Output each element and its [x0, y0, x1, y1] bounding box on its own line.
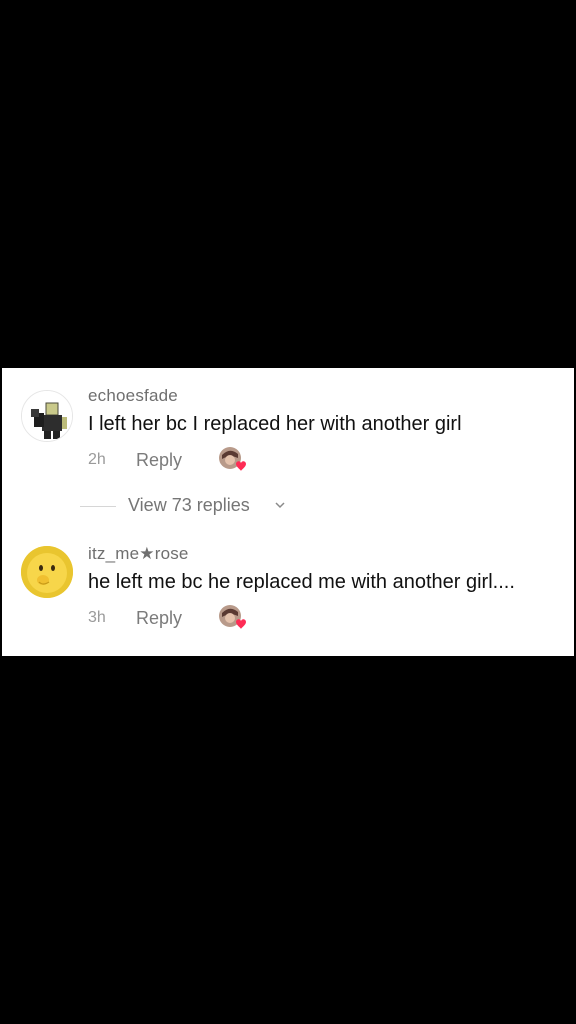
view-replies-link[interactable]: View 73 replies — [80, 495, 380, 517]
avatar[interactable] — [21, 390, 73, 442]
comment-username[interactable]: itz_me★rose — [88, 544, 189, 564]
duck-avatar-icon — [21, 546, 73, 598]
comment-meta: 3h Reply — [88, 605, 388, 630]
comment-time: 3h — [88, 609, 106, 626]
view-replies-label[interactable]: View 73 replies — [128, 495, 250, 516]
reply-button[interactable]: Reply — [136, 450, 182, 471]
roblox-avatar-icon — [22, 391, 72, 441]
screen: echoesfade I left her bc I replaced her … — [0, 0, 576, 1024]
comment-text: I left her bc I replaced her with anothe… — [88, 413, 462, 435]
comment-meta: 2h Reply — [88, 447, 388, 472]
comment-text: he left me bc he replaced me with anothe… — [88, 571, 515, 593]
comments-panel: echoesfade I left her bc I replaced her … — [2, 368, 574, 656]
chevron-down-icon[interactable] — [274, 499, 286, 511]
comment-time: 2h — [88, 451, 106, 468]
divider — [80, 506, 116, 507]
creator-liked-icon — [219, 605, 246, 629]
comment-username[interactable]: echoesfade — [88, 386, 178, 406]
avatar[interactable] — [21, 546, 73, 598]
reply-button[interactable]: Reply — [136, 608, 182, 629]
creator-liked-icon — [219, 447, 246, 471]
